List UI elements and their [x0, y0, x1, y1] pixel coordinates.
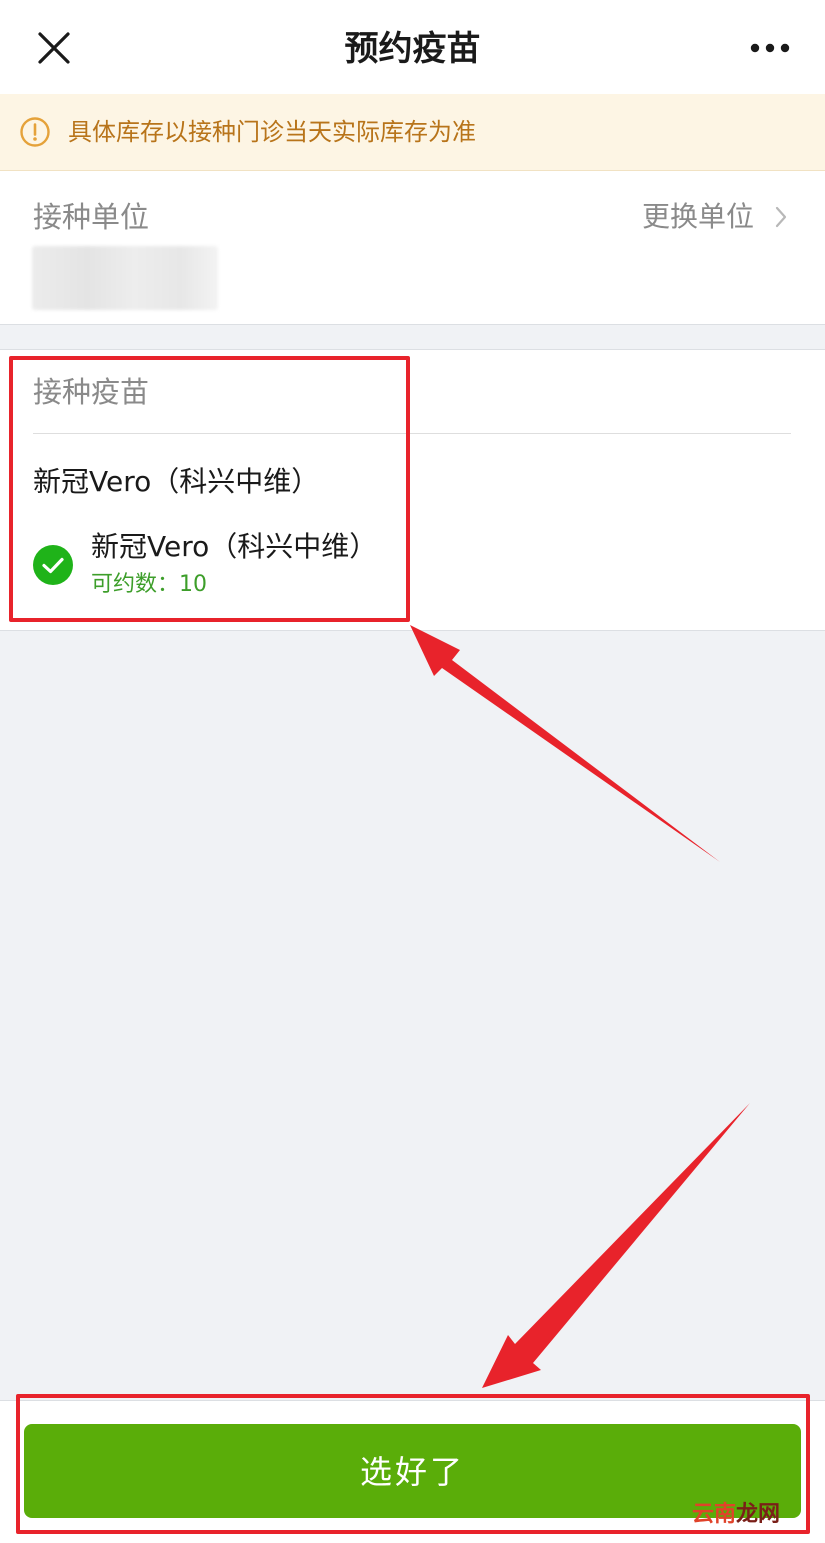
watermark-part-2: 龙网	[736, 1502, 781, 1527]
warning-icon	[19, 116, 51, 148]
arrow-down-left	[482, 1103, 750, 1388]
watermark-part-1: 云南	[692, 1502, 737, 1527]
navigation-bar: 预约疫苗	[0, 0, 825, 94]
change-unit-label: 更换单位	[642, 200, 755, 233]
chevron-right-icon	[772, 202, 790, 232]
arrow-up-left	[410, 625, 720, 862]
page-title: 预约疫苗	[344, 29, 481, 69]
watermark: 云南龙网	[692, 1500, 780, 1530]
highlight-box-vaccine	[9, 356, 410, 622]
change-unit-button[interactable]: 更换单位	[642, 196, 787, 238]
unit-name-blurred	[32, 246, 218, 310]
notice-text: 具体库存以接种门诊当天实际库存为准	[68, 118, 476, 146]
more-icon[interactable]	[748, 38, 792, 58]
highlight-box-confirm	[16, 1394, 810, 1534]
unit-label: 接种单位	[33, 200, 150, 234]
